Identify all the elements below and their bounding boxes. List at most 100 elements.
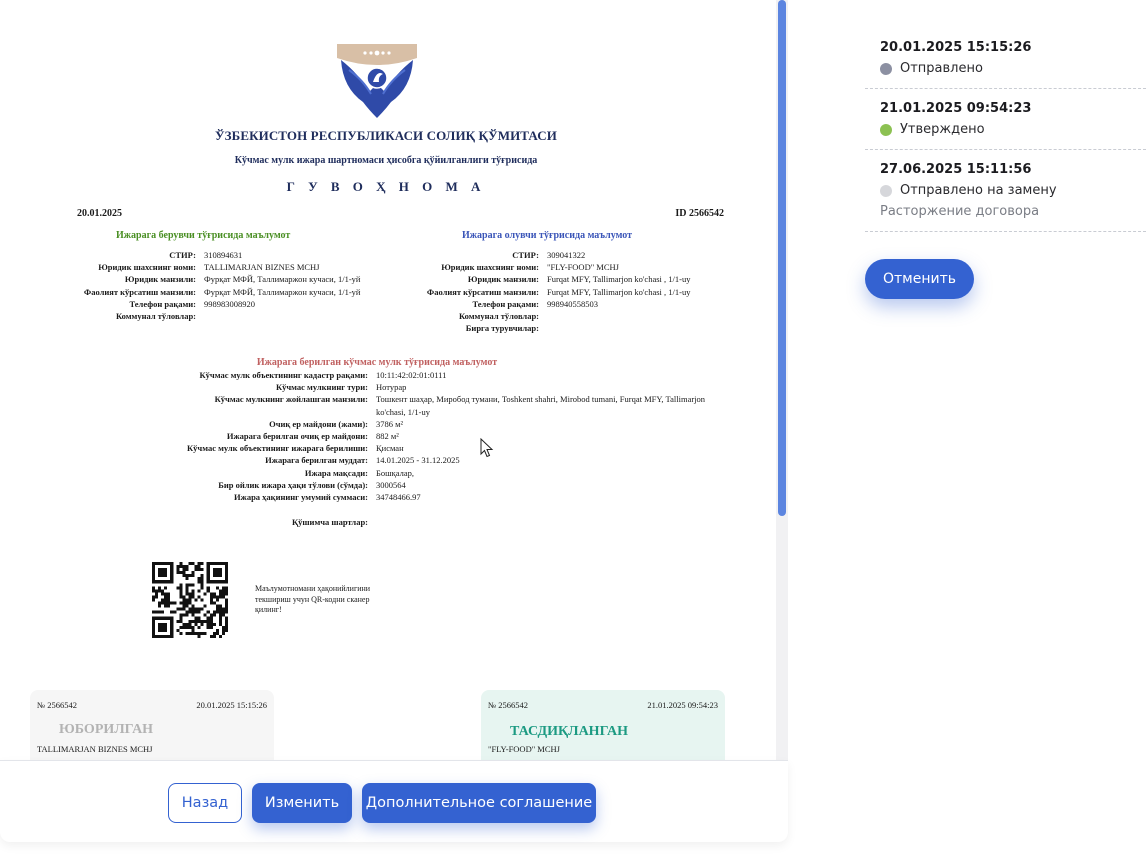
sent-status-card: № 2566542 20.01.2025 15:15:26 ЮБОРИЛГАН T… (30, 690, 274, 760)
card-status: ЮБОРИЛГАН (59, 722, 154, 737)
kv-value: TALLIMARJAN BIZNES MCHJ (204, 262, 320, 273)
history-status: Отправлено на замену (900, 183, 1057, 198)
lessee-heading: Ижарага олувчи тўғрисида маълумот (462, 230, 633, 241)
card-datetime: 20.01.2025 15:15:26 (196, 700, 267, 710)
kv-row: Кўчмас мулк объектининг ижарага берилиши… (130, 442, 730, 454)
kv-row: Фаолият кўрсатиш манзили: Фурқат МФЙ, Тал… (60, 286, 361, 298)
history-status: Утверждено (900, 122, 985, 137)
kv-key: Очиқ ер майдони (жами): (269, 418, 368, 429)
document-scrollbar-thumb[interactable] (778, 0, 786, 516)
history-item: 27.06.2025 15:11:56 Отправлено на замену… (865, 150, 1146, 232)
kv-row: Ижарага берилган муддат: 14.01.2025 - 31.… (130, 454, 730, 466)
edit-button[interactable]: Изменить (252, 783, 352, 823)
kv-value: Фурқат МФЙ, Таллимаржон кучаси, 1/1-уй (204, 286, 361, 297)
kv-key: Ижарага берилган очиқ ер майдони: (226, 431, 368, 442)
history-item: 21.01.2025 09:54:23 Утверждено (865, 89, 1146, 150)
tax-committee-emblem-icon (337, 44, 417, 118)
kv-row: Телефон рақами: 998940558503 (403, 298, 690, 310)
card-datetime: 21.01.2025 09:54:23 (647, 700, 718, 710)
kv-value: 998983008920 (204, 298, 255, 309)
card-organization: "FLY-FOOD" MCHJ (488, 744, 560, 754)
kv-value: 10:11:42:02:01:0111 (376, 370, 447, 380)
kv-value (539, 310, 547, 322)
kv-key: Ижара ҳақининг умумий суммаси: (234, 492, 368, 503)
kv-key: Кўчмас мулк объектининг кадастр рақами: (199, 370, 369, 380)
kv-row: СТИР: 309041322 (403, 249, 690, 261)
kv-key: Кўчмас мулк объектининг ижарага берилиши… (187, 443, 368, 454)
certificate-date: 20.01.2025 (77, 208, 122, 219)
history-datetime: 20.01.2025 15:15:26 (880, 40, 1032, 55)
card-organization: TALLIMARJAN BIZNES MCHJ (37, 744, 153, 754)
kv-value: Фурқат МФЙ, Таллимаржон кучаси, 1/1-уй (204, 274, 361, 285)
kv-key: Юридик манзили: (467, 274, 539, 285)
kv-key: СТИР: (169, 250, 196, 260)
kv-key: Коммунал тўловлар: (458, 311, 539, 322)
agency-title: ЎЗБЕКИСТОН РЕСПУБЛИКАСИ СОЛИҚ ҚЎМИТАСИ (215, 128, 557, 143)
kv-value: 34748466.97 (376, 492, 421, 503)
kv-row: Фаолият кўрсатиш манзили: Furqat MFY, Tal… (403, 286, 691, 298)
kv-value (196, 310, 204, 322)
kv-row: СТИР: 310894631 (60, 249, 360, 261)
kv-row: Коммунал тўловлар: (60, 310, 360, 322)
kv-key: Фаолият кўрсатиш манзили: (426, 286, 539, 297)
kv-key: Фаолият кўрсатиш манзили: (83, 286, 196, 297)
kv-key: Коммунал тўловлар: (115, 311, 196, 322)
lessee-details: СТИР: 309041322 Юридик шахснинг номи: "FLY… (403, 249, 691, 334)
lessor-details: СТИР: 310894631 Юридик шахснинг номи: TALL… (60, 249, 361, 322)
kv-key: Кўчмас мулкнинг тури: (275, 382, 368, 393)
kv-value: Furqat MFY, Tallimarjon ko'chasi , 1/1-u… (547, 286, 691, 297)
kv-value: Furqat MFY, Tallimarjon ko'chasi , 1/1-u… (547, 274, 691, 285)
kv-row: Телефон рақами: 998983008920 (60, 298, 360, 310)
property-details: Кўчмас мулк объектининг кадастр рақами: 1… (130, 369, 730, 528)
mouse-pointer-icon (480, 438, 494, 458)
kv-row: Ижара ҳақининг умумий суммаси: 34748466.9… (130, 491, 730, 503)
kv-value: 14.01.2025 - 31.12.2025 (376, 455, 460, 466)
history-datetime: 21.01.2025 09:54:23 (880, 101, 1032, 116)
certificate-document: ЎЗБЕКИСТОН РЕСПУБЛИКАСИ СОЛИҚ ҚЎМИТАСИ К… (0, 0, 772, 760)
kv-value: 882 м² (376, 431, 399, 442)
approved-status-card: № 2566542 21.01.2025 09:54:23 ТАСДИҚЛАНГА… (481, 690, 725, 760)
status-dot-icon (880, 184, 892, 197)
lessor-heading: Ижарага берувчи тўғрисида маълумот (116, 230, 291, 241)
history-note: Расторжение договора (880, 204, 1040, 219)
document-viewer[interactable]: ЎЗБЕКИСТОН РЕСПУБЛИКАСИ СОЛИҚ ҚЎМИТАСИ К… (0, 0, 788, 760)
kv-value: Қисман (376, 443, 404, 454)
kv-value: Бошқалар, (376, 467, 415, 478)
status-history: 20.01.2025 15:15:26 Отправлено 21.01.202… (865, 28, 1146, 232)
action-bar: Назад Изменить Дополнительное соглашение (0, 760, 788, 842)
cancel-button[interactable]: Отменить (865, 259, 974, 299)
history-status: Отправлено (900, 61, 983, 76)
kv-key: Бирга турувчилар: (465, 323, 539, 334)
kv-value (539, 322, 547, 334)
kv-key: СТИР: (512, 250, 539, 260)
verification-qr-code (152, 562, 228, 638)
kv-key: Юридик манзили: (124, 274, 196, 285)
property-heading: Ижарага берилган кўчмас мулк тўғрисида м… (256, 357, 498, 368)
kv-row: Ижарага берилган очиқ ер майдони: 882 м² (130, 430, 730, 442)
history-item: 20.01.2025 15:15:26 Отправлено (865, 28, 1146, 89)
history-datetime: 27.06.2025 15:11:56 (880, 162, 1032, 177)
kv-value: Нотурар (376, 382, 407, 393)
certificate-subtitle: Кўчмас мулк ижара шартномаси ҳисобга қўй… (234, 155, 538, 166)
kv-value: 310894631 (204, 250, 243, 260)
kv-row: Кўчмас мулкнинг жойлашган манзили: Тошкен… (130, 393, 730, 417)
back-button[interactable]: Назад (168, 783, 242, 823)
kv-value: "FLY-FOOD" MCHJ (547, 262, 619, 273)
kv-row: Коммунал тўловлар: (403, 310, 690, 322)
kv-row: Қўшимча шартлар: (130, 516, 730, 528)
certificate-title: Г У В О Ҳ Н О М А (286, 179, 486, 194)
kv-key: Телефон рақами: (472, 298, 539, 309)
kv-key: Юридик шахснинг номи: (98, 262, 196, 273)
kv-value: Тошкент шаҳар, Миробод тумани, Toshkent … (376, 394, 706, 417)
qr-caption: Маълумотномани ҳақонийлигини текшириш уч… (255, 584, 371, 614)
kv-key: Бир ойлик ижара ҳақи тўлови (сўмда): (218, 479, 368, 490)
additional-agreement-button[interactable]: Дополнительное соглашение (362, 783, 596, 823)
kv-row: Бирга турувчилар: (403, 322, 690, 334)
kv-row: Очиқ ер майдони (жами): 3786 м² (130, 418, 730, 430)
kv-key: Телефон рақами: (129, 298, 196, 309)
kv-row: Ижара мақсади: Бошқалар, (130, 467, 730, 479)
kv-key: Юридик шахснинг номи: (441, 262, 539, 273)
card-status: ТАСДИҚЛАНГАН (510, 724, 628, 739)
kv-key: Ижара мақсади: (304, 467, 368, 478)
kv-key: Кўчмас мулкнинг жойлашган манзили: (214, 394, 368, 405)
